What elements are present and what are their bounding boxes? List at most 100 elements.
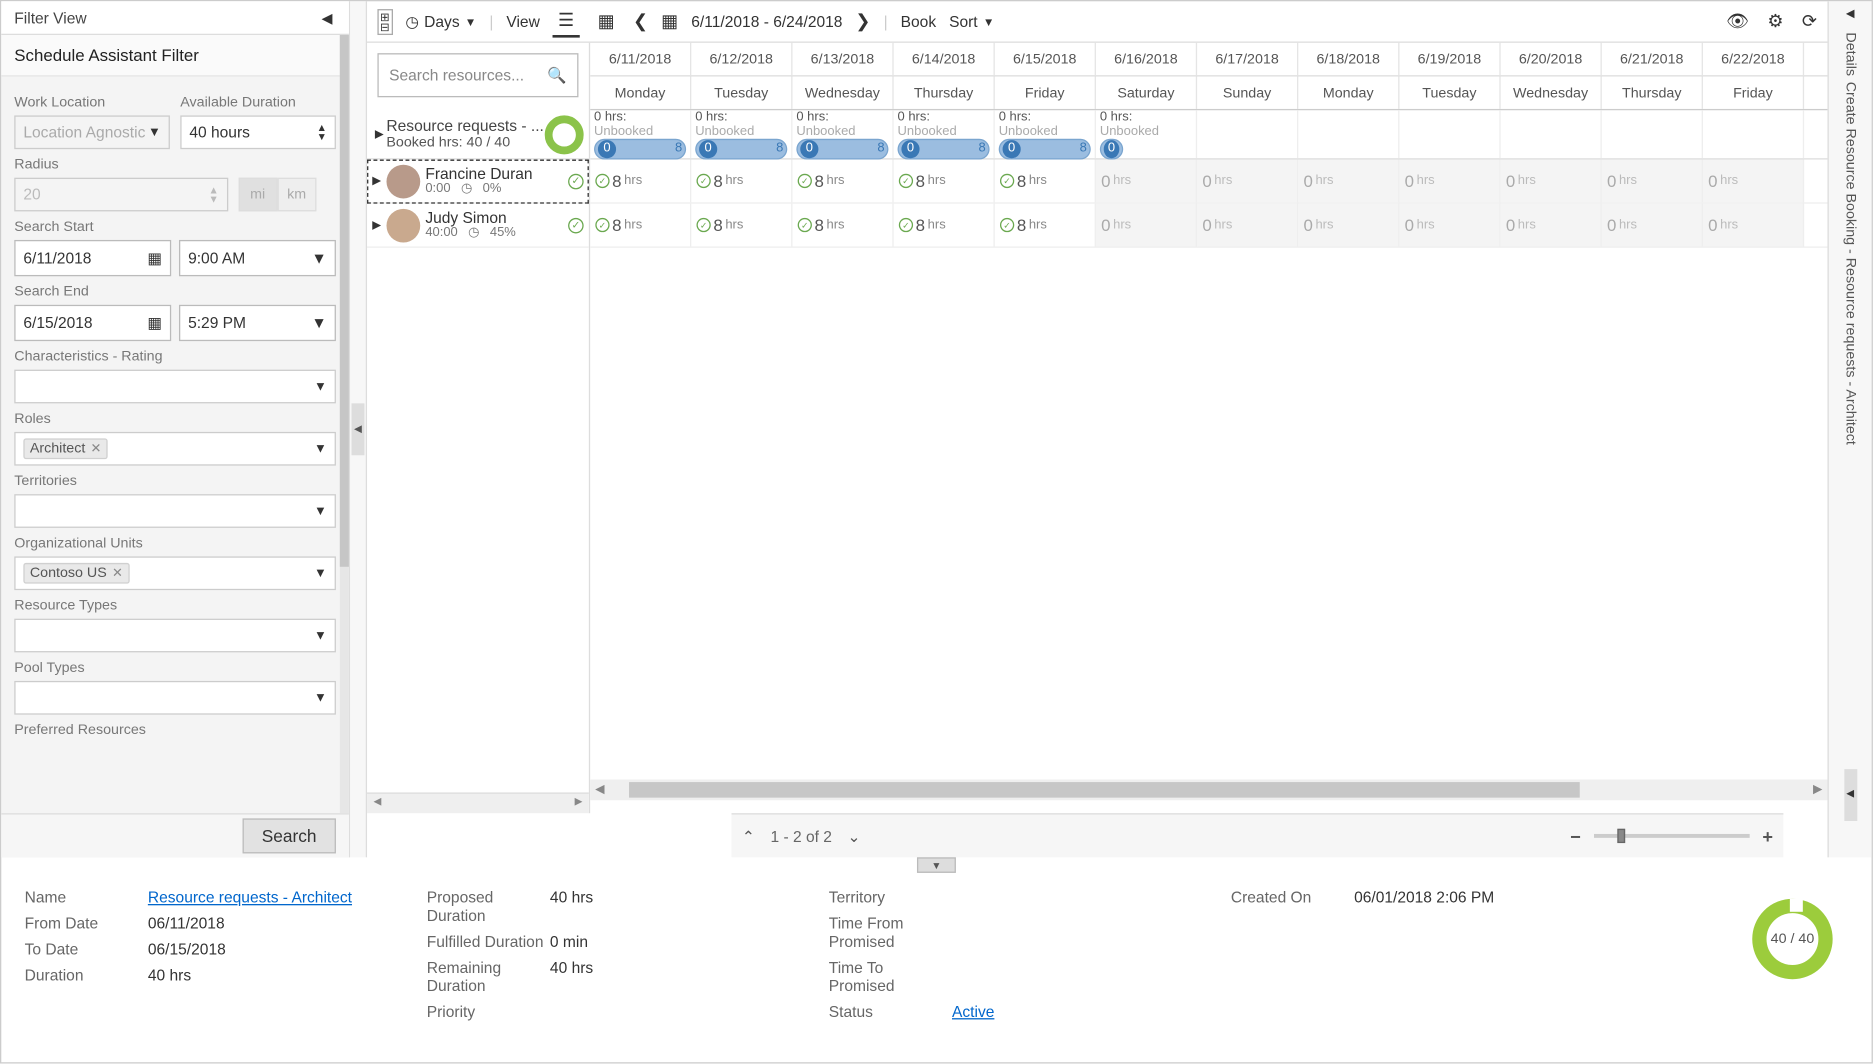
- filter-collapse-toggle[interactable]: ◄: [318, 7, 336, 28]
- availability-cell[interactable]: 0hrs: [1399, 160, 1500, 203]
- resource-types-label: Resource Types: [14, 598, 336, 614]
- availability-cell[interactable]: ✓8hrs: [792, 160, 893, 203]
- search-end-date[interactable]: 6/15/2018▦: [14, 305, 171, 341]
- zoom-slider[interactable]: [1594, 834, 1750, 838]
- bottom-expand-toggle[interactable]: ▼: [917, 857, 956, 873]
- list-view-icon[interactable]: ☰: [553, 5, 580, 37]
- availability-cell[interactable]: 0hrs: [1501, 160, 1602, 203]
- next-range-icon[interactable]: ❯: [855, 10, 870, 32]
- zoom-out-icon[interactable]: −: [1570, 826, 1581, 847]
- resource-types-select[interactable]: ▼: [14, 619, 336, 653]
- work-location-select[interactable]: Location Agnostic▼: [14, 115, 170, 149]
- request-cell[interactable]: [1602, 110, 1703, 158]
- availability-cell[interactable]: 0hrs: [1399, 204, 1500, 247]
- prev-range-icon[interactable]: ❮: [633, 10, 648, 32]
- search-start-label: Search Start: [14, 219, 336, 235]
- zoom-in-icon[interactable]: +: [1762, 826, 1773, 847]
- search-start-time[interactable]: 9:00 AM▼: [179, 240, 336, 276]
- request-cell[interactable]: 0 hrs: Unbooked08: [792, 110, 893, 158]
- book-button[interactable]: Book: [901, 12, 936, 30]
- request-cell[interactable]: 0 hrs: Unbooked0: [1096, 110, 1197, 158]
- expand-all-icon[interactable]: ⊞⊟: [377, 8, 392, 34]
- preferred-resources-label: Preferred Resources: [14, 722, 336, 738]
- request-cell[interactable]: [1298, 110, 1399, 158]
- calendar-icon[interactable]: ▦: [147, 314, 162, 332]
- right-splitter-toggle[interactable]: ◄: [1844, 769, 1857, 821]
- request-cell[interactable]: 0 hrs: Unbooked08: [691, 110, 792, 158]
- availability-cell[interactable]: 0hrs: [1096, 204, 1197, 247]
- availability-cell[interactable]: ✓8hrs: [894, 160, 995, 203]
- availability-cell[interactable]: 0hrs: [1501, 204, 1602, 247]
- pager-up-icon[interactable]: ⌃: [742, 827, 755, 845]
- calendar-icon[interactable]: ▦: [661, 10, 678, 32]
- availability-cell[interactable]: ✓8hrs: [894, 204, 995, 247]
- characteristics-select[interactable]: ▼: [14, 370, 336, 404]
- request-cell[interactable]: [1399, 110, 1500, 158]
- search-resources-input[interactable]: Search resources...🔍: [377, 53, 578, 97]
- schedule-grid[interactable]: 6/11/20186/12/20186/13/20186/14/20186/15…: [590, 43, 1827, 813]
- request-cell[interactable]: 0 hrs: Unbooked08: [995, 110, 1096, 158]
- gear-icon[interactable]: ⚙: [1767, 10, 1783, 32]
- availability-cell[interactable]: 0hrs: [1703, 160, 1804, 203]
- pager-down-icon[interactable]: ⌄: [848, 827, 861, 845]
- request-name-link[interactable]: Resource requests - Architect: [148, 888, 352, 906]
- pool-types-select[interactable]: ▼: [14, 681, 336, 715]
- request-cell[interactable]: [1197, 110, 1298, 158]
- availability-cell[interactable]: 0hrs: [1197, 160, 1298, 203]
- progress-donut-icon: [545, 115, 584, 154]
- grid-hscroll[interactable]: ◄►: [590, 779, 1827, 800]
- create-booking-tab[interactable]: Create Resource Booking - Resource reque…: [1842, 81, 1858, 444]
- availability-cell[interactable]: ✓8hrs: [995, 204, 1096, 247]
- request-cell[interactable]: 0 hrs: Unbooked08: [894, 110, 995, 158]
- remove-tag-icon[interactable]: ✕: [91, 442, 102, 456]
- fulfillment-donut: 40 / 40: [1752, 899, 1832, 979]
- eye-icon[interactable]: 👁: [1726, 10, 1749, 32]
- refresh-icon[interactable]: ⟳: [1802, 10, 1817, 32]
- request-cell[interactable]: [1703, 110, 1804, 158]
- sort-dropdown[interactable]: Sort▼: [949, 12, 994, 30]
- filter-scrollbar[interactable]: [340, 35, 349, 813]
- search-button[interactable]: Search: [242, 818, 336, 853]
- org-units-select[interactable]: Contoso US✕▼: [14, 556, 336, 590]
- availability-cell[interactable]: 0hrs: [1096, 160, 1197, 203]
- date-header: 6/14/2018: [894, 43, 995, 75]
- request-cell[interactable]: 0 hrs: Unbooked08: [590, 110, 691, 158]
- availability-cell[interactable]: 0hrs: [1602, 204, 1703, 247]
- availability-cell[interactable]: ✓8hrs: [691, 160, 792, 203]
- availability-cell[interactable]: ✓8hrs: [590, 204, 691, 247]
- resource-hscroll[interactable]: [367, 792, 589, 813]
- left-splitter[interactable]: ◄: [350, 1, 366, 857]
- territories-select[interactable]: ▼: [14, 494, 336, 528]
- clock-icon: ◷: [405, 12, 419, 30]
- territories-label: Territories: [14, 473, 336, 489]
- availability-cell[interactable]: ✓8hrs: [691, 204, 792, 247]
- date-header: 6/18/2018: [1298, 43, 1399, 75]
- resource-column: Search resources...🔍 ▶ Resource requests…: [367, 43, 590, 813]
- resource-request-header[interactable]: ▶ Resource requests - ... Booked hrs: 40…: [367, 110, 589, 159]
- availability-cell[interactable]: 0hrs: [1602, 160, 1703, 203]
- availability-cell[interactable]: ✓8hrs: [590, 160, 691, 203]
- roles-select[interactable]: Architect✕▼: [14, 432, 336, 466]
- details-tab[interactable]: Details: [1842, 32, 1858, 76]
- availability-cell[interactable]: ✓8hrs: [792, 204, 893, 247]
- resource-row[interactable]: ▶ Judy Simon 40:00◷45% ✓: [367, 204, 589, 248]
- details-collapse-toggle[interactable]: ◄: [1843, 6, 1857, 22]
- calendar-icon[interactable]: ▦: [147, 249, 162, 267]
- resource-row[interactable]: ▶ Francine Duran 0:00◷0% ✓: [367, 160, 589, 204]
- grid-view-icon[interactable]: ▦: [592, 6, 620, 36]
- day-header: Monday: [1298, 77, 1399, 109]
- request-cell[interactable]: [1501, 110, 1602, 158]
- availability-cell[interactable]: 0hrs: [1703, 204, 1804, 247]
- avail-duration-select[interactable]: 40 hours▲▼: [180, 115, 336, 149]
- days-dropdown[interactable]: ◷Days▼: [405, 12, 476, 30]
- status-link[interactable]: Active: [952, 1003, 994, 1021]
- remove-tag-icon[interactable]: ✕: [112, 566, 123, 580]
- search-start-date[interactable]: 6/11/2018▦: [14, 240, 171, 276]
- availability-cell[interactable]: 0hrs: [1298, 160, 1399, 203]
- availability-cell[interactable]: 0hrs: [1298, 204, 1399, 247]
- availability-cell[interactable]: 0hrs: [1197, 204, 1298, 247]
- search-end-time[interactable]: 5:29 PM▼: [179, 305, 336, 341]
- day-header: Sunday: [1197, 77, 1298, 109]
- availability-cell[interactable]: ✓8hrs: [995, 160, 1096, 203]
- search-icon[interactable]: 🔍: [547, 66, 566, 84]
